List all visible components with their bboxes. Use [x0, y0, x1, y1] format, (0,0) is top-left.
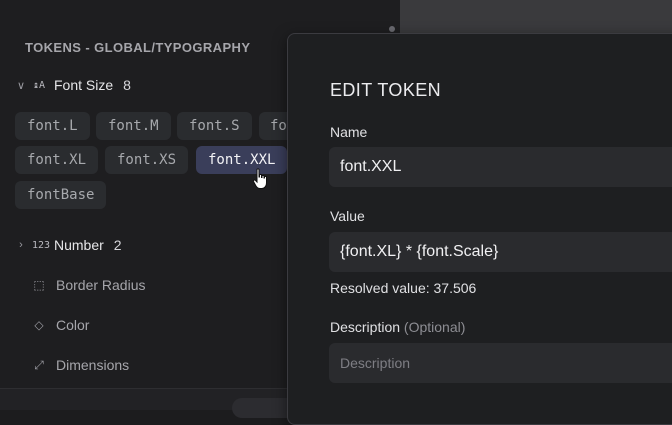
token-pill-font-l[interactable]: font.L	[15, 112, 90, 140]
token-pill-fontbase[interactable]: fontBase	[15, 181, 107, 209]
optional-hint: (Optional)	[403, 319, 466, 335]
token-pill-font-s[interactable]: font.S	[177, 112, 252, 140]
token-pill-font-xl[interactable]: font.XL	[15, 146, 99, 174]
chevron-down-icon: ∨	[16, 79, 26, 92]
scrollbar-thumb[interactable]	[389, 26, 395, 32]
group-label: Font Size	[54, 77, 114, 93]
droplet-icon: ◇	[34, 318, 44, 332]
category-label: Border Radius	[56, 277, 146, 293]
category-label: Dimensions	[56, 357, 130, 373]
name-input[interactable]: font.XXL	[329, 147, 672, 187]
resolved-value: Resolved value: 37.506	[330, 280, 477, 296]
border-radius-icon: ⬚	[33, 278, 45, 292]
category-label: Color	[56, 317, 90, 333]
description-label-text: Description	[330, 319, 401, 335]
value-input[interactable]: {font.XL} * {font.Scale}	[329, 232, 672, 272]
font-size-icon: ↨A	[32, 79, 46, 91]
description-input[interactable]: Description	[329, 343, 672, 383]
category-color[interactable]: ◇ Color	[32, 315, 89, 335]
group-label: Number	[54, 237, 104, 253]
top-bar	[0, 0, 400, 23]
token-pill-font-xs[interactable]: font.XS	[105, 146, 189, 174]
category-border-radius[interactable]: ⬚ Border Radius	[32, 275, 146, 295]
group-count: 8	[123, 77, 131, 93]
number-icon: 123	[32, 239, 51, 251]
chevron-right-icon: ›	[19, 239, 23, 251]
description-label: Description (Optional)	[330, 319, 465, 335]
group-number[interactable]: › 123 Number 2	[16, 235, 122, 255]
edit-token-modal: EDIT TOKEN Name font.XXL Value {font.XL}…	[287, 33, 672, 425]
group-font-size[interactable]: ∨ ↨A Font Size 8	[16, 75, 131, 95]
dimensions-icon: ⤢	[34, 357, 44, 372]
category-dimensions[interactable]: ⤢ Dimensions	[32, 355, 129, 375]
name-label: Name	[330, 124, 368, 140]
group-count: 2	[113, 237, 122, 253]
token-pill-font-xxl[interactable]: font.XXL	[196, 146, 288, 174]
value-label: Value	[330, 208, 365, 224]
hand-pointer-icon	[252, 168, 267, 189]
token-pill-font-m[interactable]: font.M	[96, 112, 171, 140]
modal-title: EDIT TOKEN	[330, 80, 442, 100]
token-set-title: TOKENS - GLOBAL/TYPOGRAPHY	[25, 40, 251, 55]
